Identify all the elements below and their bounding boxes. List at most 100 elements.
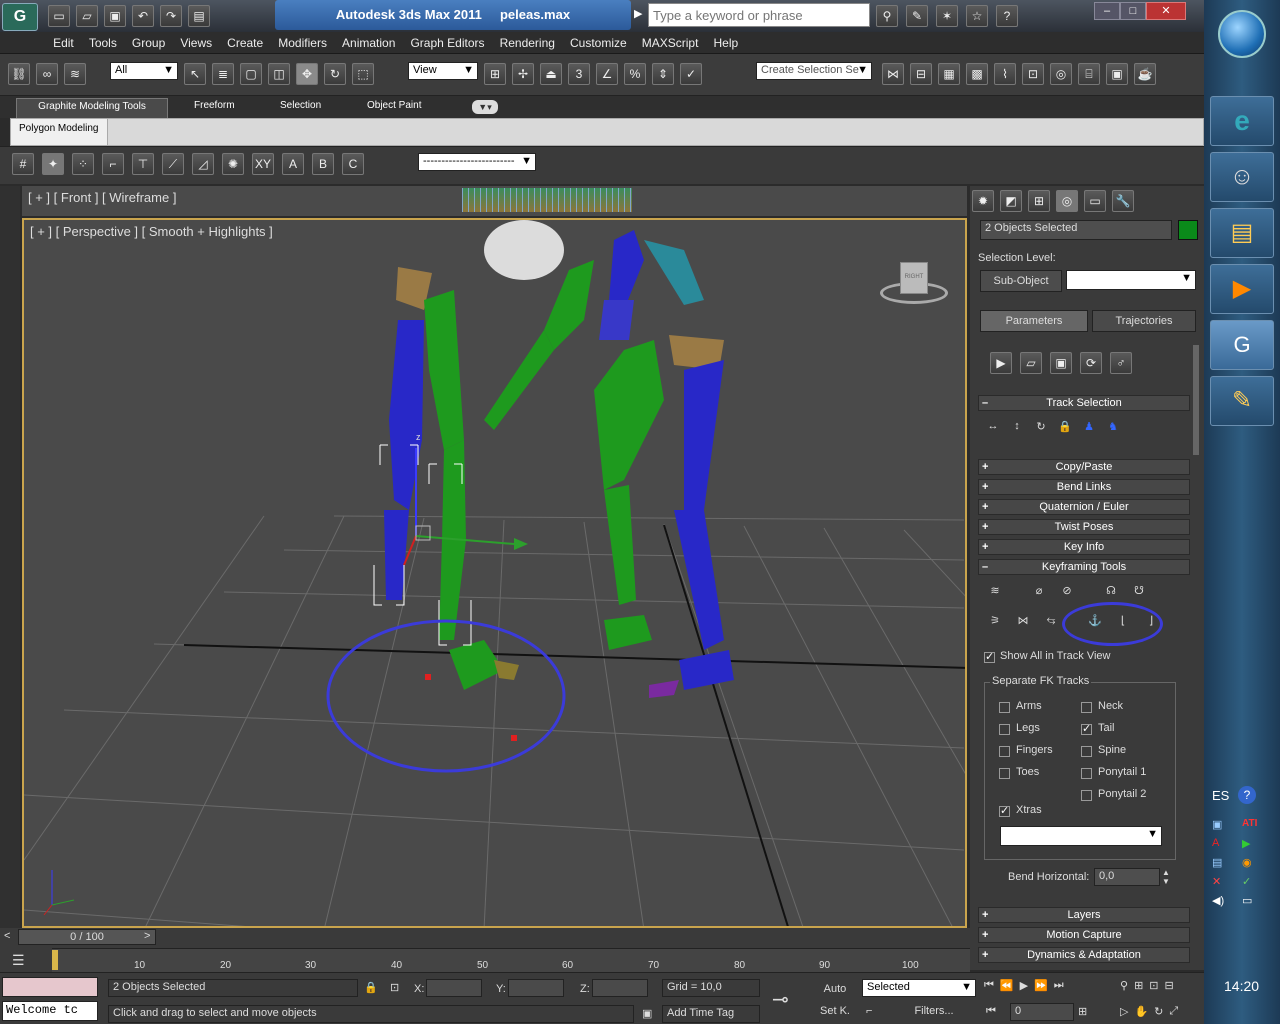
object-name-field[interactable]: 2 Objects Selected (980, 220, 1172, 240)
clear-selected-tracks-icon[interactable]: ⌀ (1028, 584, 1050, 597)
paint-icon[interactable]: ✎ (1210, 376, 1274, 426)
y-coordinate-field[interactable] (508, 979, 564, 997)
named-selection-dropdown[interactable]: Create Selection Se ▼ (756, 62, 872, 80)
mirror-in-place-icon[interactable]: ⋈ (1012, 614, 1034, 627)
edit-named-sets-icon[interactable]: ✓ (680, 63, 702, 85)
acrobat-tray-icon[interactable]: A (1212, 837, 1242, 850)
display-tray-icon[interactable]: ▭ (1242, 894, 1272, 907)
project-folder-icon[interactable]: ▤ (188, 5, 210, 27)
maximize-viewport-icon[interactable]: ⤢ (1169, 1005, 1178, 1018)
pan-icon[interactable]: ✋ (1134, 1005, 1148, 1018)
tab-object-paint[interactable]: Object Paint (359, 98, 429, 118)
layer-manager-icon[interactable]: ▦ (938, 63, 960, 85)
xy-constraint-icon[interactable]: XY (252, 153, 274, 175)
close-icon[interactable]: ✕ (1146, 2, 1186, 20)
tail-checkbox[interactable] (1081, 722, 1092, 735)
3ds-max-task-icon[interactable]: G (1210, 320, 1274, 370)
scene-svg[interactable]: z (24, 220, 967, 928)
open-bip-icon[interactable]: ▱ (1020, 352, 1042, 374)
z-coordinate-field[interactable] (592, 979, 648, 997)
menu-views[interactable]: Views (174, 32, 218, 50)
pivot-snap-icon[interactable]: ✦ (42, 153, 64, 175)
render-setup-icon[interactable]: ⌸ (1078, 63, 1100, 85)
ref-coord-dropdown[interactable]: View ▼ (408, 62, 478, 80)
selection-filter-dropdown[interactable]: All ▼ (110, 62, 178, 80)
track-bar-icon[interactable]: ☰ (12, 952, 25, 969)
display-tab-icon[interactable]: ▭ (1084, 190, 1106, 212)
bind-space-warp-icon[interactable]: ≋ (64, 63, 86, 85)
body-vertical-icon[interactable]: ↕ (1008, 420, 1026, 433)
rollout-motion-capture[interactable]: + Motion Capture (978, 927, 1190, 943)
face-snap-icon[interactable]: ◿ (192, 153, 214, 175)
start-orb-icon[interactable] (1218, 10, 1266, 58)
motion-tab-icon[interactable]: ◎ (1056, 190, 1078, 212)
sub-object-dropdown[interactable]: ▼ (1066, 270, 1196, 290)
select-rotate-icon[interactable]: ↻ (324, 63, 346, 85)
rect-selection-icon[interactable]: ▢ (240, 63, 262, 85)
perspective-viewport-label[interactable]: [ + ] [ Perspective ] [ Smooth + Highlig… (30, 224, 273, 239)
set-parents-icon[interactable]: ⥃ (1040, 614, 1062, 627)
previous-frame-icon[interactable]: ⏪ (1000, 979, 1014, 992)
new-file-icon[interactable]: ▭ (48, 5, 70, 27)
menu-maxscript[interactable]: MAXScript (636, 32, 705, 50)
pivot-center-icon[interactable]: ⊞ (484, 63, 506, 85)
rollout-keyframing-tools[interactable]: – Keyframing Tools (978, 559, 1190, 575)
set-key-icon[interactable]: ⊸ (772, 987, 789, 1012)
rollout-key-info[interactable]: + Key Info (978, 539, 1190, 555)
arms-checkbox[interactable] (999, 702, 1010, 713)
zoom-all-icon[interactable]: ⊞ (1134, 979, 1143, 992)
next-key-icon[interactable]: ⏩ (1034, 979, 1048, 992)
unlink-icon[interactable]: ∞ (36, 63, 58, 85)
select-scale-icon[interactable]: ⬚ (352, 63, 374, 85)
green-arrow-tray-icon[interactable]: ▶ (1242, 837, 1272, 850)
open-file-icon[interactable]: ▱ (76, 5, 98, 27)
menu-customize[interactable]: Customize (564, 32, 633, 50)
help-tray-icon[interactable]: ? (1238, 786, 1256, 804)
sub-object-button[interactable]: Sub-Object (980, 270, 1062, 292)
lock-cob-icon[interactable]: 🔒 (1056, 420, 1074, 433)
ponytail1-checkbox[interactable] (1081, 768, 1092, 779)
orbit-icon[interactable]: ↻ (1154, 1005, 1163, 1018)
ponytail2-checkbox[interactable] (1081, 790, 1092, 801)
volume-tray-icon[interactable]: ◀) (1212, 894, 1242, 907)
language-indicator[interactable]: ES (1212, 788, 1229, 803)
network-tray-icon[interactable]: ▣ (1212, 818, 1242, 831)
endpoint-snap-icon[interactable]: ⌐ (102, 153, 124, 175)
absolute-mode-icon[interactable]: ⊡ (390, 981, 399, 994)
percent-snap-icon[interactable]: % (624, 63, 646, 85)
go-to-end-icon[interactable]: ⏭ (1054, 979, 1064, 992)
menu-group[interactable]: Group (126, 32, 171, 50)
next-frame-icon[interactable]: > (144, 930, 150, 942)
media-player-icon[interactable]: ▶ (1210, 264, 1274, 314)
schematic-view-icon[interactable]: ⊡ (1022, 63, 1044, 85)
key-tangent-icon[interactable]: ⌐ (866, 1005, 872, 1017)
rollout-dynamics-adaptation[interactable]: + Dynamics & Adaptation (978, 947, 1190, 963)
midpoint-snap-icon[interactable]: ⊤ (132, 153, 154, 175)
go-to-start-icon[interactable]: ⏮ (984, 979, 994, 992)
legs-checkbox[interactable] (999, 724, 1010, 735)
rollout-quaternion-euler[interactable]: + Quaternion / Euler (978, 499, 1190, 515)
binoculars-icon[interactable]: ⚲ (876, 5, 898, 27)
figure-mode-icon[interactable]: ♂ (1110, 352, 1132, 374)
body-horizontal-icon[interactable]: ↔ (984, 420, 1002, 433)
render-frame-icon[interactable]: ▣ (1106, 63, 1128, 85)
viewcube-face[interactable]: RIGHT (900, 262, 928, 294)
panel-polygon-modeling[interactable]: Polygon Modeling (11, 119, 108, 145)
favorites-icon[interactable]: ☆ (966, 5, 988, 27)
rollout-copy-paste[interactable]: + Copy/Paste (978, 459, 1190, 475)
perspective-viewport[interactable]: z [ + ] [ Perspective ] [ Smooth + Highl… (22, 218, 967, 928)
select-move-icon[interactable]: ✥ (296, 63, 318, 85)
mirror-icon[interactable]: ⋈ (882, 63, 904, 85)
menu-animation[interactable]: Animation (336, 32, 401, 50)
update-tray-icon[interactable]: ✓ (1242, 875, 1272, 888)
search-input[interactable] (648, 3, 870, 27)
rollout-bend-links[interactable]: + Bend Links (978, 479, 1190, 495)
tab-selection[interactable]: Selection (272, 98, 329, 118)
load-file-icon[interactable]: ▶ (990, 352, 1012, 374)
zoom-icon[interactable]: ⚲ (1120, 979, 1128, 992)
undo-icon[interactable]: ↶ (132, 5, 154, 27)
window-crossing-icon[interactable]: ◫ (268, 63, 290, 85)
rollout-layers[interactable]: + Layers (978, 907, 1190, 923)
maxscript-listener-top[interactable] (2, 977, 98, 997)
refresh-icon[interactable]: ⟳ (1080, 352, 1102, 374)
